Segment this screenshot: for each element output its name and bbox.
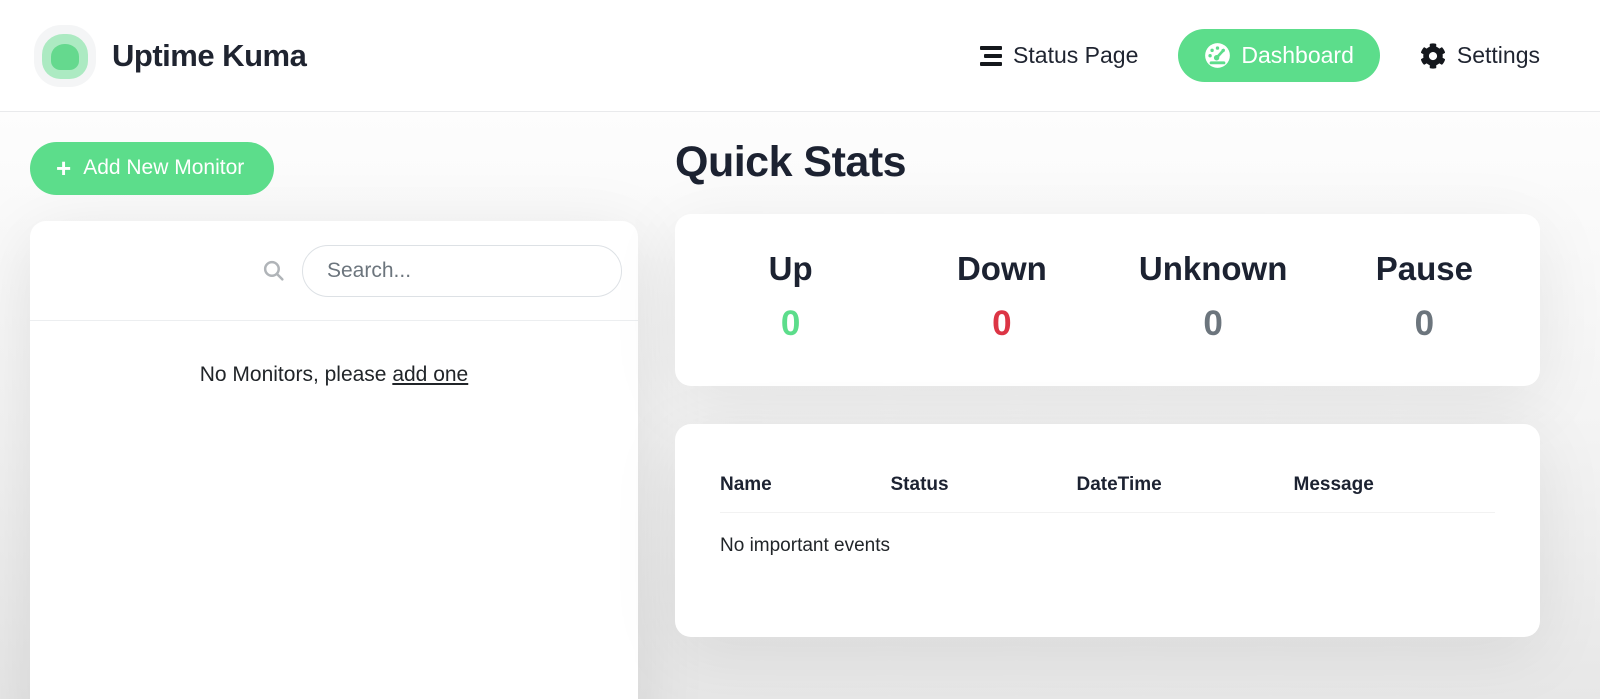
events-column-status: Status	[891, 464, 1077, 513]
stat-up-label: Up	[685, 250, 896, 288]
nav-dashboard-label: Dashboard	[1241, 42, 1354, 69]
stat-up-value: 0	[685, 304, 896, 344]
top-nav: Status Page Dashboard	[980, 29, 1540, 82]
add-one-link[interactable]: add one	[392, 363, 468, 386]
events-column-message: Message	[1294, 464, 1496, 513]
no-monitors-message: No Monitors, please add one	[30, 321, 638, 387]
search-icon	[261, 258, 286, 283]
no-monitors-text: No Monitors, please	[200, 363, 393, 386]
gear-icon	[1420, 43, 1446, 69]
nav-settings-label: Settings	[1457, 42, 1540, 69]
add-new-monitor-label: Add New Monitor	[83, 156, 244, 180]
brand: Uptime Kuma	[34, 25, 306, 87]
nav-dashboard[interactable]: Dashboard	[1178, 29, 1380, 82]
stat-down-label: Down	[896, 250, 1107, 288]
stat-down: Down 0	[896, 250, 1107, 344]
gauge-icon	[1204, 42, 1231, 69]
content-area: + Add New Monitor No Monitors, please ad…	[0, 112, 1600, 699]
plus-icon: +	[56, 158, 71, 178]
important-events-table: Name Status DateTime Message No importan…	[720, 464, 1495, 567]
app-header: Uptime Kuma Status Page	[0, 0, 1600, 112]
events-column-name: Name	[720, 464, 891, 513]
monitor-list-card: No Monitors, please add one	[30, 221, 638, 699]
dashboard-main: Quick Stats Up 0 Down 0 Unknown 0 Pause …	[675, 112, 1540, 699]
nav-status-page-label: Status Page	[1013, 42, 1138, 69]
add-new-monitor-button[interactable]: + Add New Monitor	[30, 142, 274, 195]
stat-pause-value: 0	[1319, 304, 1530, 344]
events-column-datetime: DateTime	[1077, 464, 1294, 513]
stat-pause-label: Pause	[1319, 250, 1530, 288]
stat-up: Up 0	[685, 250, 896, 344]
stat-unknown-label: Unknown	[1108, 250, 1319, 288]
stat-unknown: Unknown 0	[1108, 250, 1319, 344]
stat-down-value: 0	[896, 304, 1107, 344]
monitor-sidebar: + Add New Monitor No Monitors, please ad…	[30, 112, 638, 699]
important-events-card: Name Status DateTime Message No importan…	[675, 424, 1540, 637]
quick-stats-card: Up 0 Down 0 Unknown 0 Pause 0	[675, 214, 1540, 386]
app-logo-icon	[34, 25, 96, 87]
stat-unknown-value: 0	[1108, 304, 1319, 344]
list-icon	[980, 46, 1002, 66]
search-input[interactable]	[302, 245, 622, 297]
nav-status-page[interactable]: Status Page	[980, 42, 1138, 69]
app-title: Uptime Kuma	[112, 38, 306, 74]
stat-pause: Pause 0	[1319, 250, 1530, 344]
monitor-search-row	[30, 221, 638, 321]
nav-settings[interactable]: Settings	[1420, 42, 1540, 69]
app-logo-inner-layer	[51, 44, 79, 70]
events-empty-row: No important events	[720, 513, 1495, 568]
no-events-message: No important events	[720, 513, 1495, 568]
page-title: Quick Stats	[675, 138, 1540, 187]
app-logo-mid-layer	[42, 34, 88, 79]
events-header-row: Name Status DateTime Message	[720, 464, 1495, 513]
